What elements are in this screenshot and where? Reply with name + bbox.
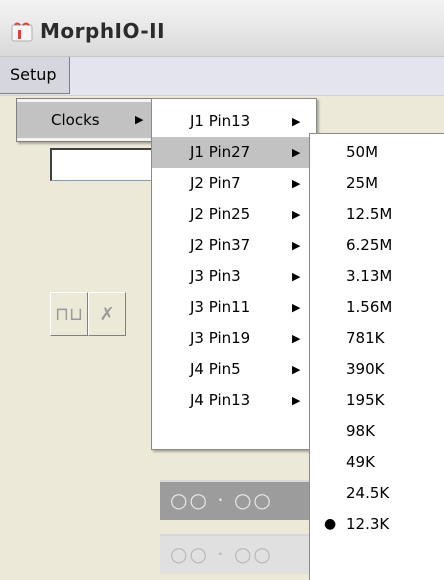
submenu-arrow-icon: ▶ [292,146,301,159]
menu-item-label: 781K [346,329,385,347]
menu-item-label: 12.5M [346,205,393,223]
menu-item-frequency[interactable]: 195K [310,385,444,416]
menu-item-label: J1 Pin27 [190,143,251,161]
menu-item-label: 6.25M [346,236,393,254]
menu-item-clock-pin[interactable]: J2 Pin25 ▶ [152,199,316,230]
submenu-arrow-icon: ▶ [292,270,301,283]
menu-item-label: 1.56M [346,298,393,316]
pin-indicator-row: ○○ · ○○ [160,480,330,520]
menu-item-clocks[interactable]: Clocks ▶ [17,102,152,138]
menu-item-label: 195K [346,391,385,409]
disable-pulse-icon-button[interactable]: ✗ [88,292,126,336]
menu-bar: Setup [0,57,444,96]
app-icon [11,22,33,42]
title-bar: MorphIO-II [0,0,444,57]
submenu-arrow-icon: ▶ [135,113,144,126]
submenu-arrow-icon: ▶ [292,208,301,221]
menu-item-label: J3 Pin3 [190,267,241,285]
menu-item-label: 24.5K [346,484,390,502]
setup-menu: Clocks ▶ [16,98,153,142]
menu-item-label: 50M [346,143,379,161]
menu-setup[interactable]: Setup [0,57,70,94]
menu-item-clock-pin[interactable]: J2 Pin37 ▶ [152,230,316,261]
menu-item-label: J2 Pin25 [190,205,251,223]
submenu-arrow-icon: ▶ [292,239,301,252]
menu-item-frequency[interactable]: 24.5K [310,478,444,509]
crossed-pulse-icon: ✗ [99,303,115,325]
menu-item-frequency[interactable]: ● 12.3K [310,509,444,540]
menu-item-frequency[interactable]: 25M [310,168,444,199]
menu-item-frequency[interactable]: 6.25M [310,230,444,261]
menu-item-label: J2 Pin7 [190,174,241,192]
menu-item-clock-pin[interactable]: J1 Pin27 ▶ [152,137,316,168]
menu-item-frequency[interactable]: 98K [310,416,444,447]
menu-item-label: J1 Pin13 [190,112,251,130]
window-title: MorphIO-II [40,19,166,43]
menu-item-clock-pin[interactable]: J4 Pin13 ▶ [152,385,316,416]
menu-item-frequency[interactable]: 50M [310,137,444,168]
menu-item-frequency[interactable]: 3.13M [310,261,444,292]
menu-item-clock-pin[interactable]: J1 Pin13 ▶ [152,106,316,137]
menu-item-label: J2 Pin37 [190,236,251,254]
menu-item-frequency[interactable]: 781K [310,323,444,354]
submenu-arrow-icon: ▶ [292,394,301,407]
menu-item-clock-pin[interactable]: J3 Pin19 ▶ [152,323,316,354]
menu-item-label: J3 Pin19 [190,329,251,347]
menu-item-label: 3.13M [346,267,393,285]
selected-bullet-icon: ● [324,516,337,532]
submenu-arrow-icon: ▶ [292,332,301,345]
menu-item-label: 49K [346,453,375,471]
menu-item-clock-pin[interactable]: J3 Pin11 ▶ [152,292,316,323]
menu-item-clock-pin[interactable]: J3 Pin3 ▶ [152,261,316,292]
pin-indicator-row: ○○ · ○○ [160,534,330,574]
menu-item-label: J4 Pin5 [190,360,241,378]
menu-item-frequency[interactable]: 49K [310,447,444,478]
menu-item-label: Clocks [51,111,100,129]
menu-item-clock-pin[interactable]: J4 Pin5 ▶ [152,354,316,385]
menu-item-label: 12.3K [346,515,390,533]
frequency-submenu: 50M 25M 12.5M 6.25M 3.13M 1.56M 781K 390K 195K 98… [309,133,444,580]
menu-item-label: 390K [346,360,385,378]
menu-item-frequency[interactable]: 12.5M [310,199,444,230]
menu-item-label: J4 Pin13 [190,391,251,409]
menu-item-label: J3 Pin11 [190,298,251,316]
menu-item-clock-pin[interactable]: J2 Pin7 ▶ [152,168,316,199]
menu-item-frequency[interactable]: 390K [310,354,444,385]
menu-item-label: 98K [346,422,375,440]
clocks-submenu: J1 Pin13 ▶ J1 Pin27 ▶ J2 Pin7 ▶ J2 Pin25 ▶ J2 Pi… [151,98,317,450]
menu-item-label: 25M [346,174,379,192]
submenu-arrow-icon: ▶ [292,301,301,314]
pulse-icon-button[interactable]: ⊓⊔ [50,292,88,336]
submenu-arrow-icon: ▶ [292,177,301,190]
pulse-icon: ⊓⊔ [54,303,84,325]
menu-item-frequency[interactable]: 1.56M [310,292,444,323]
submenu-arrow-icon: ▶ [292,115,301,128]
submenu-arrow-icon: ▶ [292,363,301,376]
